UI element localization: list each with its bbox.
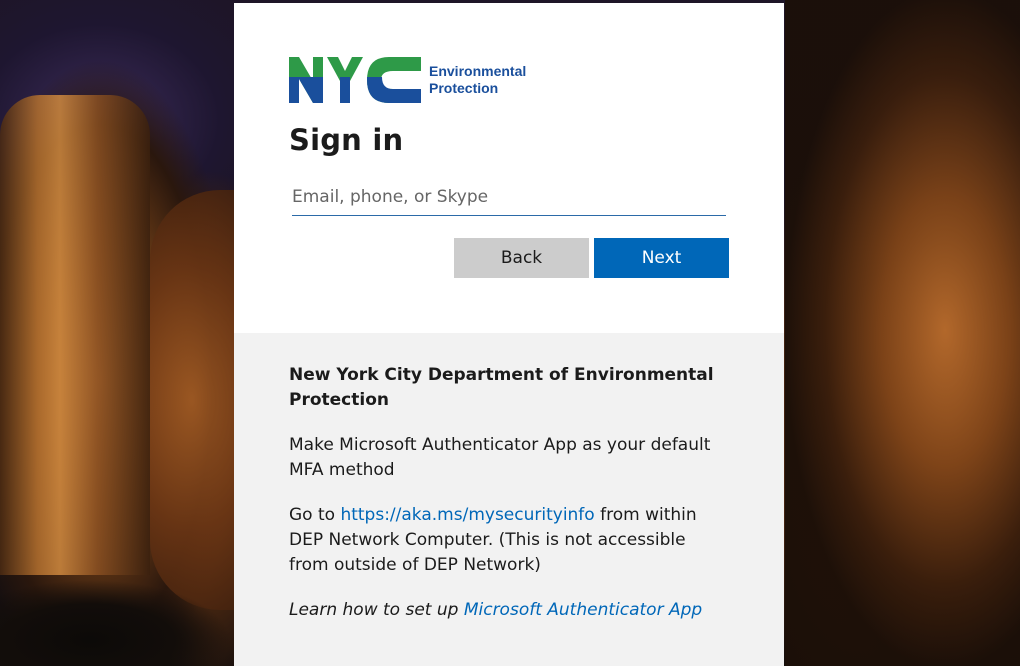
background-digester-right [785,0,1020,666]
back-button[interactable]: Back [454,238,589,278]
mfa-notice: Make Microsoft Authenticator App as your… [289,435,711,480]
learn-prefix: Learn how to set up [289,600,464,620]
signin-card: Environmental Protection Sign in Back Ne… [234,3,784,666]
security-info-link[interactable]: https://aka.ms/mysecurityinfo [340,505,594,525]
background-trees [0,560,234,666]
background-tank-left [0,95,150,575]
notice-panel: New York City Department of Environmenta… [234,333,784,666]
next-button[interactable]: Next [594,238,729,278]
notice-text: New York City Department of Environmenta… [289,363,729,643]
page-title: Sign in [289,123,404,157]
authenticator-link[interactable]: Microsoft Authenticator App [464,600,702,620]
signin-panel: Environmental Protection Sign in Back Ne… [234,3,784,333]
security-info-notice: Go to https://aka.ms/mysecurityinfo from… [289,503,729,578]
nyc-dep-logo: Environmental Protection [289,57,526,103]
goto-prefix: Go to [289,505,341,525]
logo-text: Environmental Protection [429,63,526,97]
email-input[interactable] [292,179,726,216]
logo-line2: Protection [429,80,499,96]
logo-line1: Environmental [429,63,527,79]
nyc-logo-icon [289,57,421,103]
learn-notice: Learn how to set up Microsoft Authentica… [289,598,729,623]
org-name: New York City Department of Environmenta… [289,365,714,410]
